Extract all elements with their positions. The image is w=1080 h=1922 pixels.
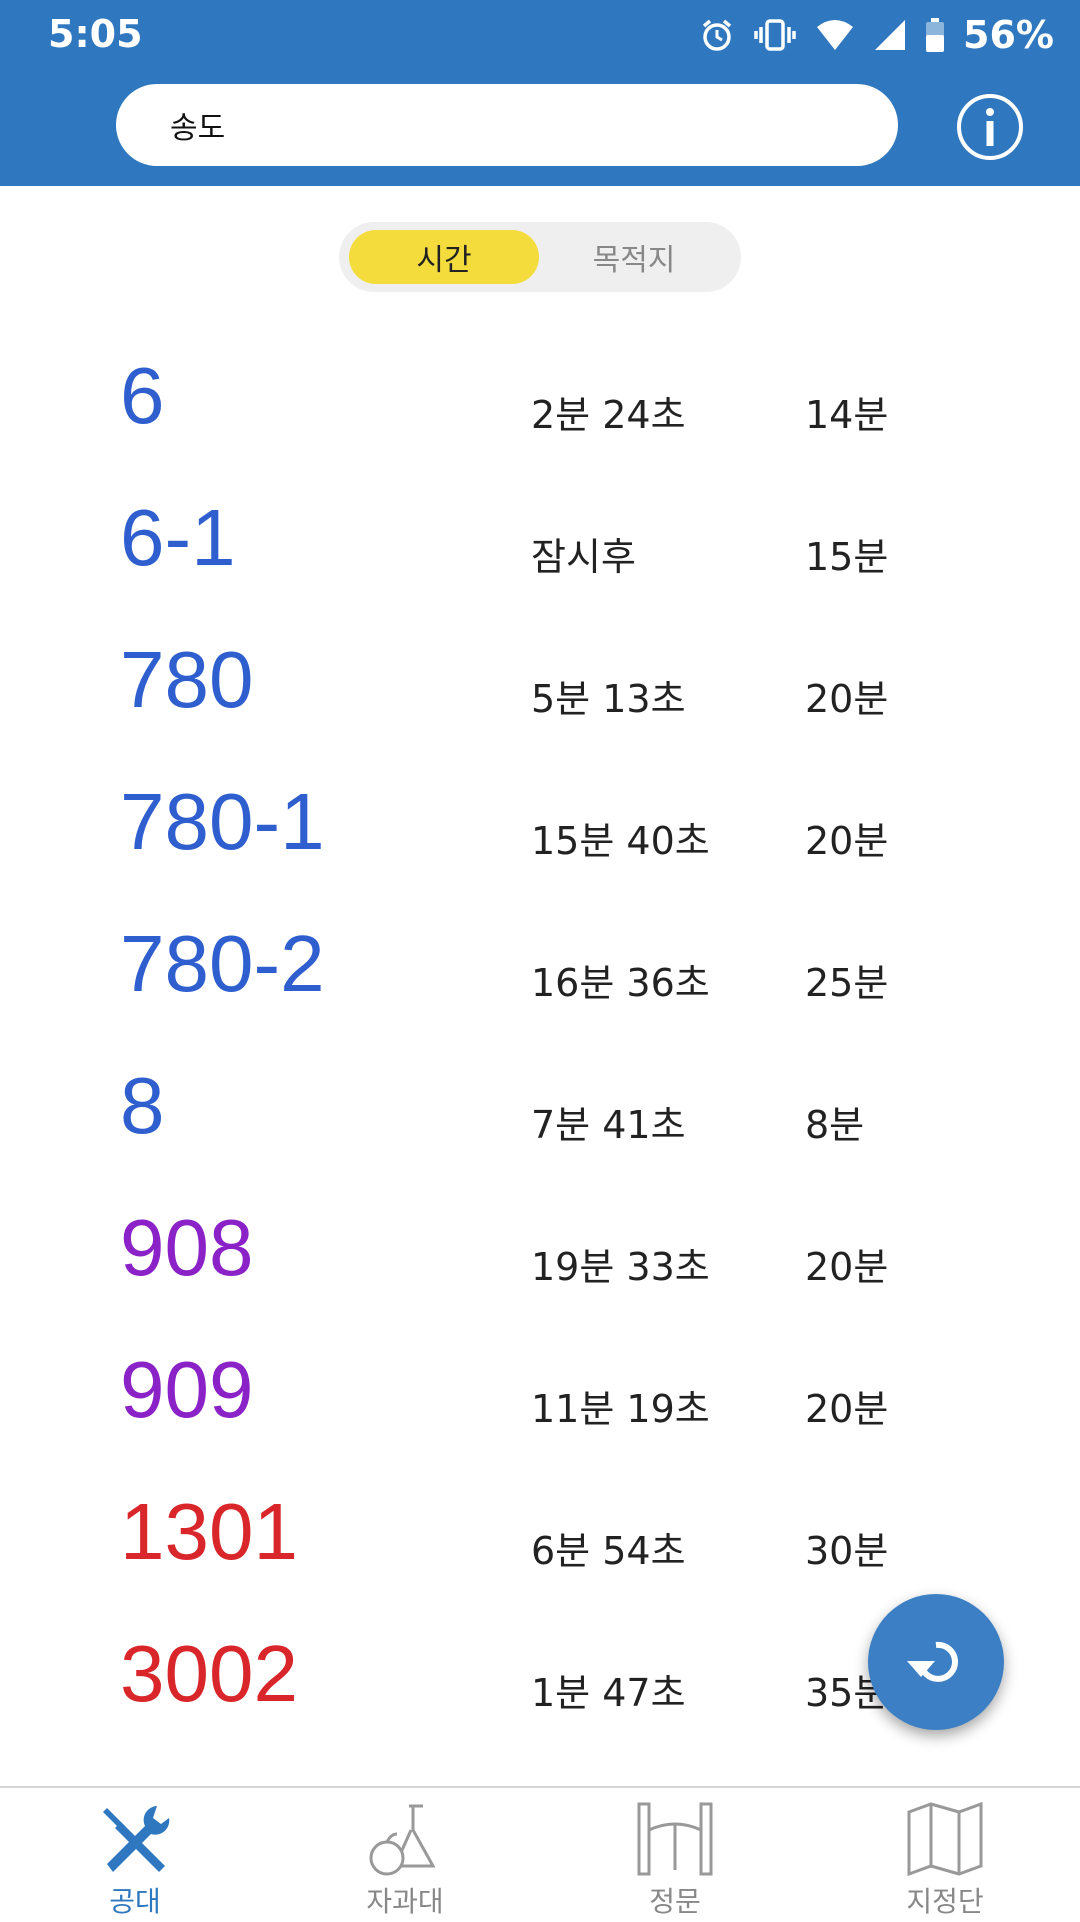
bottom-nav: 공대 자과대 정문 지정단: [0, 1786, 1080, 1922]
refresh-icon: [907, 1641, 958, 1682]
status-bar: 5:05 56%: [0, 0, 1080, 70]
route-row[interactable]: 909 11분 19초 20분: [0, 1334, 1080, 1476]
info-button[interactable]: [955, 92, 1025, 162]
nav-label: 정문: [649, 1885, 701, 1918]
route-row[interactable]: 6-1 잠시후 15분: [0, 482, 1080, 624]
arrival-time: 11분 19초: [531, 1387, 710, 1431]
route-number: 6-1: [120, 493, 236, 582]
route-row[interactable]: 780 5분 13초 20분: [0, 624, 1080, 766]
arrival-time: 16분 36초: [531, 961, 710, 1005]
nav-label: 지정단: [906, 1885, 984, 1918]
nav-item-engineering[interactable]: 공대: [0, 1788, 270, 1922]
arrival-time: 5분 13초: [531, 677, 686, 721]
tools-icon: [103, 1806, 170, 1872]
route-interval: 20분: [805, 819, 889, 863]
status-icons: 56%: [699, 10, 1054, 60]
map-icon: [907, 1801, 983, 1877]
route-interval: 8분: [805, 1103, 865, 1147]
arrival-time: 7분 41초: [531, 1103, 686, 1147]
refresh-button[interactable]: [868, 1594, 1004, 1730]
nav-item-map[interactable]: 지정단: [810, 1788, 1080, 1922]
toggle-destination[interactable]: 목적지: [539, 230, 729, 284]
route-number: 780-1: [120, 777, 325, 866]
science-flask-icon: [369, 1804, 436, 1876]
nav-item-natural-science[interactable]: 자과대: [270, 1788, 540, 1922]
arrival-time: 잠시후: [531, 535, 636, 579]
route-number: 1301: [120, 1487, 298, 1576]
route-row[interactable]: 780-1 15분 40초 20분: [0, 766, 1080, 908]
gate-icon: [637, 1802, 713, 1876]
arrival-time: 19분 33초: [531, 1245, 710, 1289]
route-interval: 20분: [805, 677, 889, 721]
status-time: 5:05: [48, 12, 143, 56]
route-row[interactable]: 780-2 16분 36초 25분: [0, 908, 1080, 1050]
search-value: 송도: [170, 111, 226, 146]
route-number: 908: [120, 1203, 254, 1292]
route-number: 780-2: [120, 919, 325, 1008]
route-number: 3002: [120, 1629, 298, 1718]
battery-percent: 56%: [963, 13, 1054, 57]
app-bar: 5:05 56% 송도: [0, 0, 1080, 186]
search-input[interactable]: 송도: [116, 84, 898, 166]
arrival-time: 1분 47초: [531, 1671, 686, 1715]
wifi-icon: [817, 20, 854, 50]
nav-label: 자과대: [366, 1885, 444, 1918]
vibrate-icon: [754, 19, 796, 51]
route-interval: 25분: [805, 961, 889, 1005]
toggle-time[interactable]: 시간: [349, 230, 539, 284]
route-row[interactable]: 908 19분 33초 20분: [0, 1192, 1080, 1334]
info-icon: [957, 94, 1023, 160]
arrival-time: 2분 24초: [531, 393, 686, 437]
route-row[interactable]: 8 7분 41초 8분: [0, 1050, 1080, 1192]
signal-icon: [875, 20, 906, 50]
route-list: 6 2분 24초 14분 6-1 잠시후 15분 780 5분 13초 20분 780-1 15분 …: [0, 340, 1080, 1760]
route-interval: 20분: [805, 1245, 889, 1289]
route-number: 6: [120, 351, 165, 440]
battery-icon: [926, 18, 945, 52]
route-interval: 14분: [805, 393, 889, 437]
arrival-time: 6분 54초: [531, 1529, 686, 1573]
nav-label: 공대: [109, 1885, 161, 1918]
route-number: 909: [120, 1345, 254, 1434]
view-toggle: 시간 목적지: [339, 222, 741, 292]
arrival-time: 15분 40초: [531, 819, 710, 863]
route-number: 8: [120, 1061, 165, 1150]
route-interval: 20분: [805, 1387, 889, 1431]
route-interval: 15분: [805, 535, 889, 579]
alarm-icon: [702, 19, 732, 51]
route-interval: 30분: [805, 1529, 889, 1573]
route-number: 780: [120, 635, 254, 724]
route-row[interactable]: 6 2분 24초 14분: [0, 340, 1080, 482]
nav-item-main-gate[interactable]: 정문: [540, 1788, 810, 1922]
